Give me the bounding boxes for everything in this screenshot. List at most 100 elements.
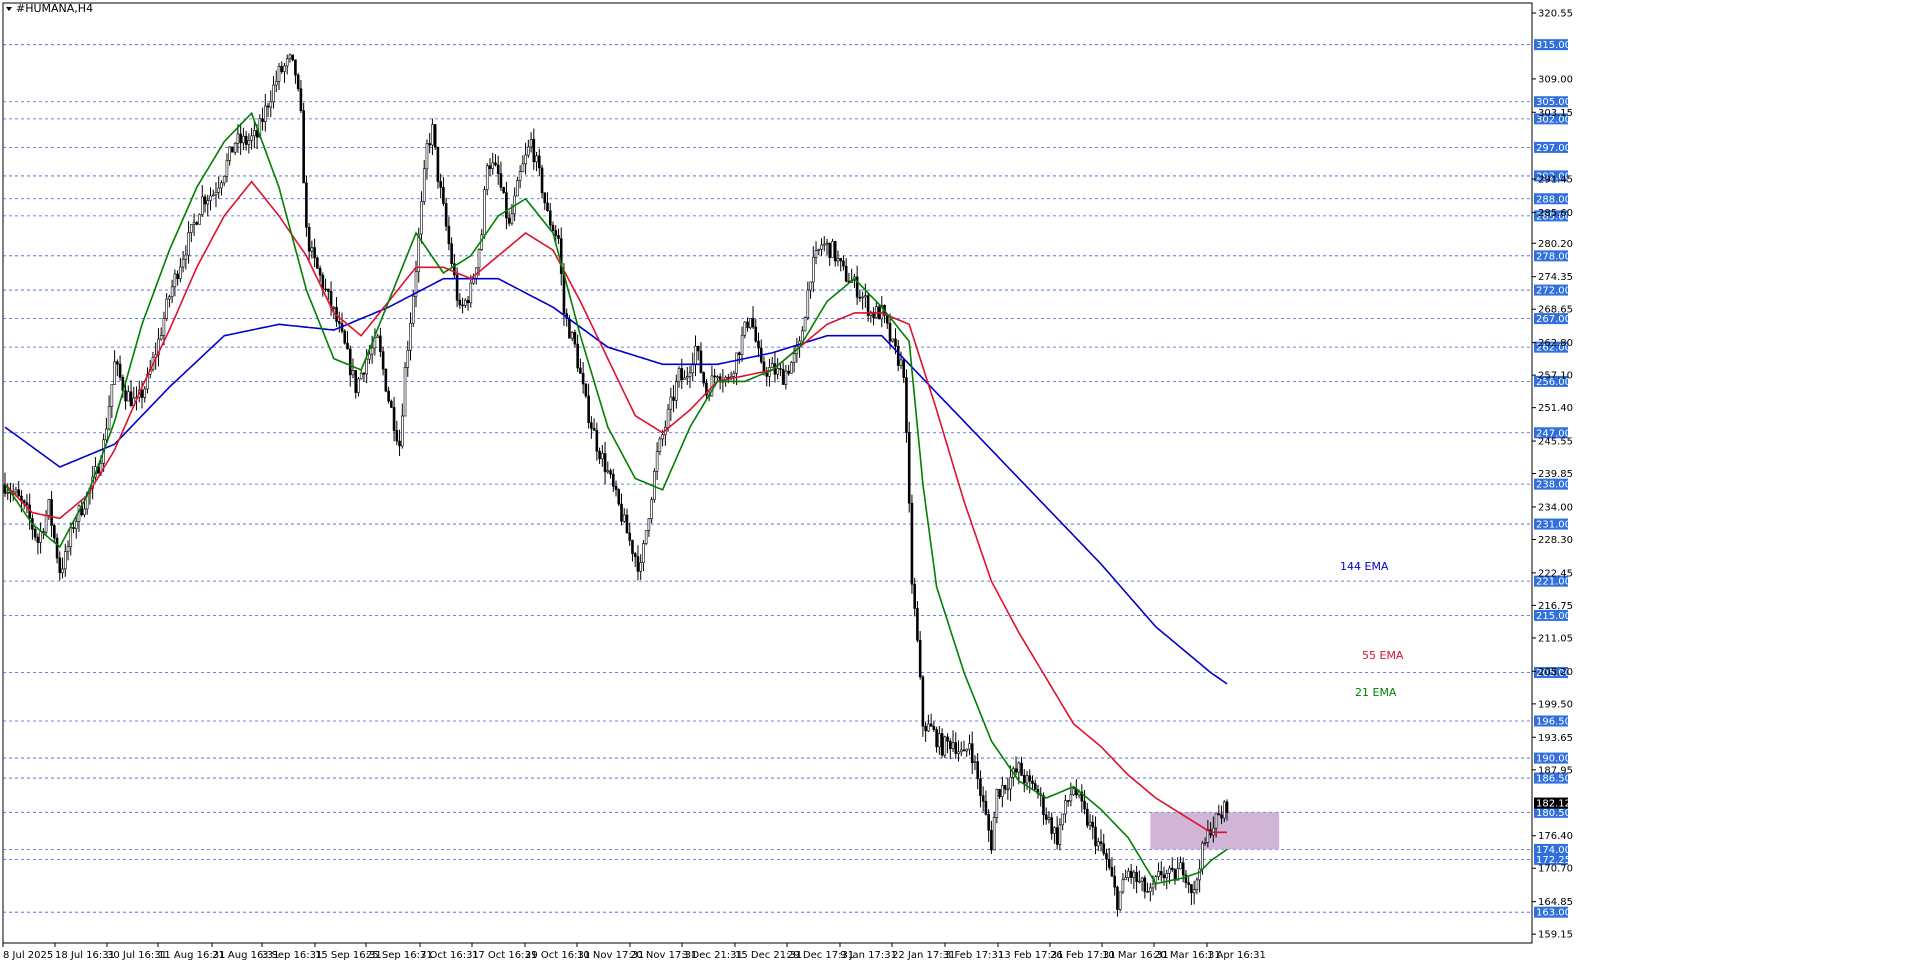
candle-body [1025, 775, 1029, 784]
candle-body [935, 729, 938, 748]
candle-body [592, 427, 596, 431]
level-label: 288.00 [1536, 194, 1571, 205]
candle-body [918, 639, 922, 678]
candle-body [376, 335, 379, 338]
candle-body [1203, 842, 1207, 844]
candle-body [990, 829, 993, 851]
candle-body [1069, 794, 1073, 802]
y-tick-label: 159.15 [1538, 930, 1573, 941]
candle-body [379, 335, 382, 352]
candle-body [1006, 788, 1010, 791]
candle-body [595, 430, 599, 452]
candle-body [1022, 775, 1026, 784]
candle-body [1157, 871, 1160, 878]
candle-body [1110, 867, 1114, 877]
y-tick-label: 164.85 [1538, 897, 1573, 908]
chart-title: #HUMANA,H4 [16, 2, 93, 15]
candle-body [368, 353, 371, 360]
candle-body [327, 288, 330, 292]
candle-body [817, 249, 821, 251]
x-tick-label: 7 Oct 16:31 [420, 950, 479, 961]
y-tick-label: 274.35 [1538, 272, 1573, 283]
candle-body [976, 761, 980, 780]
candle-body [403, 367, 407, 417]
candle-body [1129, 870, 1133, 878]
candle-body [502, 187, 505, 193]
candle-body [828, 242, 832, 258]
candle-body [806, 289, 810, 318]
candle-body [400, 415, 404, 447]
candle-body [444, 203, 448, 227]
candle-body [822, 243, 826, 246]
candle-body [516, 180, 519, 197]
candle-body [143, 388, 147, 398]
candle-body [63, 551, 67, 570]
candle-body [170, 286, 174, 298]
candle-body [220, 182, 223, 189]
candle-body [33, 528, 37, 538]
candle-body [781, 369, 785, 385]
candle-body [633, 553, 637, 557]
candle-body [1187, 882, 1190, 885]
candle-body [625, 514, 629, 534]
candle-body [1225, 801, 1229, 813]
candle-body [428, 143, 432, 146]
candle-body [209, 195, 212, 201]
level-label: 272.00 [1536, 286, 1571, 297]
current-price-marker: 182.12 [1534, 797, 1571, 810]
candle-body [381, 351, 385, 370]
level-label: 278.00 [1536, 251, 1571, 262]
candle-body [277, 66, 281, 82]
candle-body [568, 318, 571, 339]
candle-body [1132, 871, 1136, 878]
candle-body [44, 515, 48, 533]
candle-body [790, 362, 793, 374]
x-tick-label: 9 Jan 17:31 [840, 950, 897, 961]
current-price-label: 182.12 [1536, 799, 1571, 810]
candle-body [354, 370, 358, 393]
candle-body [285, 58, 289, 67]
candle-body [1223, 801, 1226, 819]
candle-body [1124, 877, 1127, 881]
candle-body [398, 440, 401, 447]
x-tick-label: 3 Feb 17:31 [945, 950, 1004, 961]
y-tick-label: 268.65 [1538, 305, 1573, 316]
candle-body [809, 281, 812, 291]
candle-body [384, 368, 388, 392]
candle-body [14, 489, 18, 493]
candle-body [365, 358, 368, 375]
candle-body [1066, 800, 1070, 802]
candle-body [587, 395, 590, 423]
candle-body [943, 736, 947, 756]
candle-body [105, 428, 108, 441]
price-chart[interactable]: 315.00305.00302.00297.00292.00288.00285.… [0, 0, 1916, 963]
candle-body [647, 518, 651, 531]
level-label: 267.00 [1536, 314, 1571, 325]
candle-body [924, 725, 927, 732]
candle-body [842, 260, 845, 267]
y-tick-label: 309.00 [1538, 74, 1573, 85]
candle-body [1091, 821, 1095, 828]
candle-body [485, 165, 489, 190]
candle-body [272, 84, 275, 103]
candle-body [992, 817, 996, 851]
candle-body [590, 422, 593, 429]
candle-body [1140, 877, 1144, 882]
candle-body [902, 359, 906, 378]
candle-body [680, 368, 684, 380]
candle-body [1220, 814, 1223, 819]
candle-body [395, 430, 399, 442]
level-label: 215.00 [1536, 611, 1571, 622]
candle-body [50, 499, 53, 526]
ema-annotation: 144 EMA [1340, 560, 1389, 573]
candle-body [168, 296, 171, 300]
candle-body [72, 527, 75, 529]
candle-body [628, 532, 632, 541]
candle-body [74, 521, 78, 529]
candle-body [644, 530, 648, 544]
candle-body [696, 345, 700, 352]
candle-body [1028, 775, 1032, 782]
candle-body [198, 214, 201, 225]
candle-body [113, 361, 116, 385]
candle-body [932, 726, 936, 730]
